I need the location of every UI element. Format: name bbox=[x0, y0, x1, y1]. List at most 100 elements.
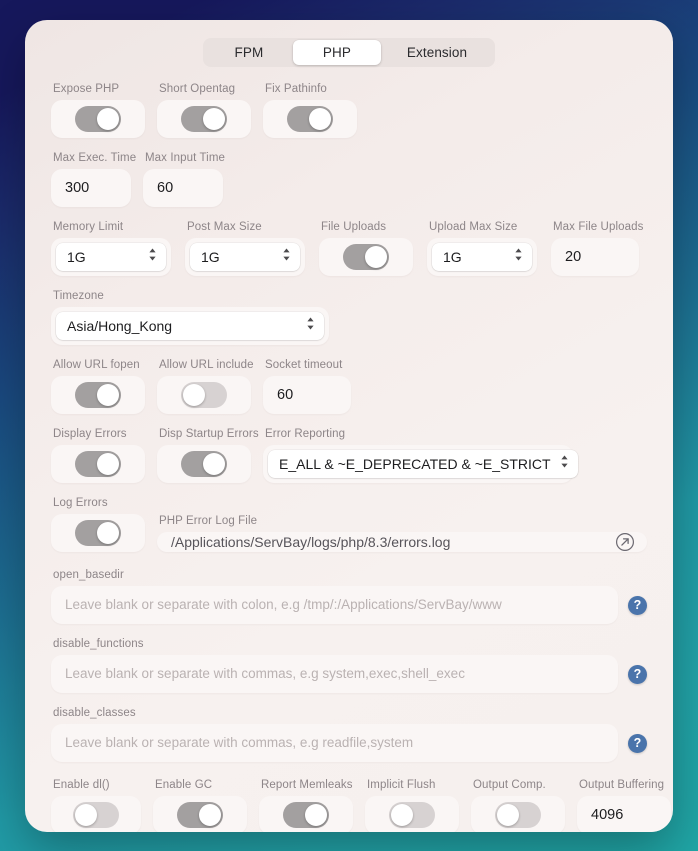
field-output-buffering: Output Buffering bbox=[577, 779, 671, 832]
tile-allow-url-include bbox=[157, 376, 251, 414]
label-output-buffering: Output Buffering bbox=[579, 779, 665, 791]
toggle-enable-gc[interactable] bbox=[177, 802, 223, 828]
field-allow-url-include: Allow URL include bbox=[157, 359, 254, 414]
label-disp-startup-errors: Disp Startup Errors bbox=[159, 428, 259, 440]
label-open-basedir: open_basedir bbox=[53, 569, 124, 581]
value-php-error-log-path[interactable]: /Applications/ServBay/logs/php/8.3/error… bbox=[157, 534, 464, 550]
label-upload-max-size: Upload Max Size bbox=[429, 221, 518, 233]
tab-php[interactable]: PHP bbox=[292, 40, 381, 65]
field-max-input-time: Max Input Time bbox=[143, 152, 226, 207]
select-upload-max-size[interactable]: 1G bbox=[432, 243, 532, 271]
row-bottom-toggles: Enable dl() Enable GC Report Memleaks Im… bbox=[51, 779, 671, 832]
help-icon-disable-classes[interactable]: ? bbox=[628, 733, 647, 753]
field-disp-startup-errors: Disp Startup Errors bbox=[157, 428, 259, 483]
tab-extension[interactable]: Extension bbox=[381, 40, 493, 65]
tile-error-reporting: E_ALL & ~E_DEPRECATED & ~E_STRICT bbox=[263, 445, 578, 483]
toggle-output-comp[interactable] bbox=[495, 802, 541, 828]
toggle-expose-php[interactable] bbox=[75, 106, 121, 132]
field-disable-classes: disable_classes ? bbox=[51, 707, 647, 762]
toggle-report-memleaks[interactable] bbox=[283, 802, 329, 828]
select-error-reporting[interactable]: E_ALL & ~E_DEPRECATED & ~E_STRICT bbox=[268, 450, 578, 478]
select-post-max-size[interactable]: 1G bbox=[190, 243, 300, 271]
help-icon-open-basedir[interactable]: ? bbox=[628, 595, 647, 615]
select-timezone-value: Asia/Hong_Kong bbox=[67, 318, 173, 334]
tile-memory-limit: 1G bbox=[51, 238, 171, 276]
tile-disp-startup-errors bbox=[157, 445, 251, 483]
tile-display-errors bbox=[51, 445, 145, 483]
label-file-uploads: File Uploads bbox=[321, 221, 387, 233]
select-timezone[interactable]: Asia/Hong_Kong bbox=[56, 312, 324, 340]
label-enable-dl: Enable dl() bbox=[53, 779, 110, 791]
input-disable-functions[interactable] bbox=[51, 655, 618, 693]
tile-max-file-uploads bbox=[551, 238, 639, 276]
tile-disable-functions bbox=[51, 655, 618, 693]
settings-window: FPM PHP Extension Expose PHP Short Opent… bbox=[25, 20, 673, 832]
tile-file-uploads bbox=[319, 238, 413, 276]
open-basedir-row: ? bbox=[51, 586, 647, 624]
toggle-log-errors[interactable] bbox=[75, 520, 121, 546]
toggle-allow-url-include[interactable] bbox=[181, 382, 227, 408]
label-fix-pathinfo: Fix Pathinfo bbox=[265, 83, 327, 95]
row-error-options: Display Errors Disp Startup Errors Error… bbox=[51, 428, 647, 483]
toggle-knob bbox=[305, 804, 327, 826]
toggle-knob bbox=[97, 522, 119, 544]
input-max-input-time[interactable] bbox=[143, 169, 223, 207]
toggle-fix-pathinfo[interactable] bbox=[287, 106, 333, 132]
label-post-max-size: Post Max Size bbox=[187, 221, 262, 233]
toggle-knob bbox=[183, 384, 205, 406]
toggle-file-uploads[interactable] bbox=[343, 244, 389, 270]
input-output-buffering[interactable] bbox=[577, 796, 671, 832]
toggle-knob bbox=[365, 246, 387, 268]
toggle-knob bbox=[97, 384, 119, 406]
tile-socket-timeout bbox=[263, 376, 351, 414]
label-memory-limit: Memory Limit bbox=[53, 221, 124, 233]
toggle-enable-dl[interactable] bbox=[73, 802, 119, 828]
field-enable-dl: Enable dl() bbox=[51, 779, 141, 832]
input-open-basedir[interactable] bbox=[51, 586, 618, 624]
tile-fix-pathinfo bbox=[263, 100, 357, 138]
field-max-file-uploads: Max File Uploads bbox=[551, 221, 643, 276]
field-memory-limit: Memory Limit 1G bbox=[51, 221, 171, 276]
tab-fpm[interactable]: FPM bbox=[205, 40, 293, 65]
label-allow-url-include: Allow URL include bbox=[159, 359, 254, 371]
input-socket-timeout[interactable] bbox=[263, 376, 351, 414]
row-general-toggles: Expose PHP Short Opentag Fix Pathinfo bbox=[51, 83, 647, 138]
row-log-file: Log Errors PHP Error Log File /Applicati… bbox=[51, 497, 647, 552]
field-socket-timeout: Socket timeout bbox=[263, 359, 351, 414]
input-max-exec-time[interactable] bbox=[51, 169, 131, 207]
row-url-options: Allow URL fopen Allow URL include Socket… bbox=[51, 359, 647, 414]
chevron-updown-icon bbox=[513, 247, 524, 267]
field-report-memleaks: Report Memleaks bbox=[259, 779, 353, 832]
toggle-short-opentag[interactable] bbox=[181, 106, 227, 132]
field-log-errors: Log Errors bbox=[51, 497, 145, 552]
toggle-knob bbox=[75, 804, 97, 826]
label-output-comp: Output Comp. bbox=[473, 779, 546, 791]
field-timezone: Timezone Asia/Hong_Kong bbox=[51, 290, 329, 345]
input-max-file-uploads[interactable] bbox=[551, 238, 639, 276]
field-error-reporting: Error Reporting E_ALL & ~E_DEPRECATED & … bbox=[263, 428, 578, 483]
disable-functions-row: ? bbox=[51, 655, 647, 693]
toggle-disp-startup-errors[interactable] bbox=[181, 451, 227, 477]
field-output-comp: Output Comp. bbox=[471, 779, 565, 832]
open-external-icon[interactable] bbox=[615, 532, 635, 552]
select-post-max-size-value: 1G bbox=[201, 249, 220, 265]
field-disable-functions: disable_functions ? bbox=[51, 638, 647, 693]
toggle-allow-url-fopen[interactable] bbox=[75, 382, 121, 408]
toggle-implicit-flush[interactable] bbox=[389, 802, 435, 828]
label-enable-gc: Enable GC bbox=[155, 779, 213, 791]
toggle-display-errors[interactable] bbox=[75, 451, 121, 477]
tile-enable-dl bbox=[51, 796, 141, 832]
field-file-uploads: File Uploads bbox=[319, 221, 413, 276]
label-disable-functions: disable_functions bbox=[53, 638, 144, 650]
label-max-input-time: Max Input Time bbox=[145, 152, 226, 164]
toggle-knob bbox=[97, 453, 119, 475]
tile-output-buffering bbox=[577, 796, 671, 832]
toggle-knob bbox=[203, 453, 225, 475]
select-memory-limit[interactable]: 1G bbox=[56, 243, 166, 271]
field-short-opentag: Short Opentag bbox=[157, 83, 251, 138]
toggle-knob bbox=[309, 108, 331, 130]
chevron-updown-icon bbox=[305, 316, 316, 336]
help-icon-disable-functions[interactable]: ? bbox=[628, 664, 647, 684]
input-disable-classes[interactable] bbox=[51, 724, 618, 762]
tile-max-input-time bbox=[143, 169, 223, 207]
